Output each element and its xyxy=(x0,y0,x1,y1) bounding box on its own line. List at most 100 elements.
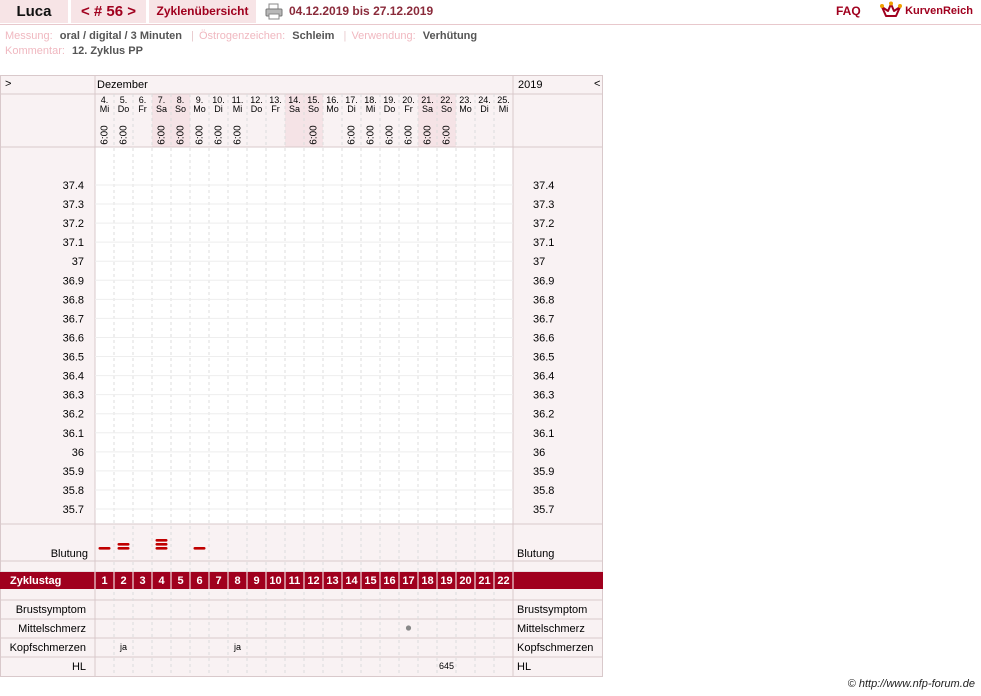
estrogen-label: Östrogenzeichen: xyxy=(198,30,286,42)
temperature-label-left: 36 xyxy=(72,447,84,459)
weekday-label: Sa xyxy=(289,104,300,114)
measure-time: 6:00 xyxy=(404,125,415,145)
nav-left: > xyxy=(5,78,11,90)
weekday-label: Fr xyxy=(404,104,413,114)
cycle-chart: > Dezember 2019 <4.Mi6:005.Do6:006.Fr7.Sa6:… xyxy=(0,75,603,677)
cycle-day-number: 12 xyxy=(307,575,319,587)
cycle-day-number: 13 xyxy=(326,575,338,587)
faq-link[interactable]: FAQ xyxy=(836,0,861,23)
weekday-label: So xyxy=(308,104,319,114)
temperature-label-left: 36.4 xyxy=(63,371,84,383)
cycle-day-number: 16 xyxy=(383,575,395,587)
cycle-day-number: 22 xyxy=(497,575,509,587)
measure-time: 6:00 xyxy=(176,125,187,145)
symptom-value: 645 xyxy=(439,661,454,671)
temperature-label-right: 36.6 xyxy=(533,332,554,344)
weekday-label: Sa xyxy=(156,104,167,114)
temperature-label-left: 37.3 xyxy=(63,199,84,211)
usage-label: Verwendung: xyxy=(351,30,416,42)
cycle-day-number: 17 xyxy=(402,575,414,587)
cycle-overview-link[interactable]: Zyklenübersicht xyxy=(149,0,256,23)
temperature-label-right: 35.7 xyxy=(533,504,554,516)
cycle-navigator[interactable]: < # 56 > xyxy=(71,0,146,23)
cycle-day-number: 3 xyxy=(139,575,145,587)
bleeding-mark xyxy=(155,543,168,546)
bleeding-mark xyxy=(98,547,111,550)
weekday-label: Mi xyxy=(100,104,110,114)
weekday-label: Mo xyxy=(459,104,472,114)
temperature-label-right: 36.2 xyxy=(533,409,554,421)
symptom-label-left: Mittelschmerz xyxy=(18,623,86,635)
temperature-label-right: 36.7 xyxy=(533,313,554,325)
cycle-day-number: 10 xyxy=(269,575,281,587)
temperature-label-left: 36.2 xyxy=(63,409,84,421)
comment-info: Kommentar: 12. Zyklus PP xyxy=(5,45,147,57)
symptom-dot xyxy=(405,625,412,631)
bleeding-mark xyxy=(155,539,168,542)
measure-time: 6:00 xyxy=(366,125,377,145)
temperature-label-right: 36 xyxy=(533,447,545,459)
comment-label: Kommentar: xyxy=(5,45,65,57)
brand-name: KurvenReich xyxy=(905,5,973,17)
measure-time: 6:00 xyxy=(195,125,206,145)
weekday-label: So xyxy=(441,104,452,114)
weekday-label: Di xyxy=(347,104,356,114)
measure-time: 6:00 xyxy=(214,125,225,145)
cycle-day-number: 5 xyxy=(177,575,183,587)
footer-credit: © http://www.nfp-forum.de xyxy=(847,678,975,690)
weekday-label: Di xyxy=(480,104,489,114)
weekday-label: Mi xyxy=(366,104,376,114)
bleeding-mark xyxy=(193,547,206,550)
temperature-label-left: 37.4 xyxy=(63,180,84,192)
estrogen-value: Schleim xyxy=(292,30,335,42)
cycle-day-number: 4 xyxy=(158,575,165,587)
symptom-label-right: Mittelschmerz xyxy=(517,623,585,635)
printer-icon[interactable] xyxy=(264,0,284,23)
brand-logo[interactable]: KurvenReich xyxy=(880,0,980,23)
bleeding-label-right: Blutung xyxy=(517,548,554,560)
temperature-label-left: 36.6 xyxy=(63,332,84,344)
cycle-day-number: 20 xyxy=(459,575,471,587)
measure-time: 6:00 xyxy=(385,125,396,145)
measurement-info: Messung: oral / digital / 3 Minuten | Ös… xyxy=(5,30,478,42)
measure-time: 6:00 xyxy=(233,125,244,145)
cycle-day-number: 7 xyxy=(215,575,221,587)
measurement-label: Messung: xyxy=(5,30,53,42)
year-label: 2019 xyxy=(518,79,542,91)
temperature-label-left: 36.7 xyxy=(63,313,84,325)
temperature-label-right: 36.4 xyxy=(533,371,554,383)
cycle-day-number: 18 xyxy=(421,575,433,587)
temperature-label-left: 36.8 xyxy=(63,294,84,306)
weekday-label: Mi xyxy=(499,104,509,114)
cycle-day-number: 11 xyxy=(289,575,301,587)
cycle-day-number: 6 xyxy=(196,575,202,587)
temperature-label-left: 35.9 xyxy=(63,466,84,478)
measure-time: 6:00 xyxy=(347,125,358,145)
temperature-label-right: 36.9 xyxy=(533,275,554,287)
temperature-label-left: 37.1 xyxy=(63,237,84,249)
symptom-label-right: Kopfschmerzen xyxy=(517,642,593,654)
measurement-value: oral / digital / 3 Minuten xyxy=(59,30,182,42)
measure-time: 6:00 xyxy=(119,125,130,145)
weekday-label: Di xyxy=(214,104,223,114)
measure-time: 6:00 xyxy=(157,125,168,145)
cycle-day-number: 19 xyxy=(440,575,452,587)
usage-value: Verhütung xyxy=(422,30,478,42)
temperature-label-left: 37 xyxy=(72,256,84,268)
cycle-day-number: 1 xyxy=(101,575,107,587)
weekday-label: Do xyxy=(118,104,130,114)
bleeding-mark xyxy=(155,547,168,550)
symptom-value: ja xyxy=(233,642,241,652)
weekday-label: Fr xyxy=(138,104,147,114)
temperature-label-left: 36.5 xyxy=(63,352,84,364)
symptom-label-left: Kopfschmerzen xyxy=(10,642,86,654)
temperature-label-right: 36.5 xyxy=(533,352,554,364)
measure-time: 6:00 xyxy=(423,125,434,145)
top-bar: Luca < # 56 > Zyklenübersicht 04.12.2019… xyxy=(0,0,981,25)
symptom-label-left: HL xyxy=(72,661,86,673)
temperature-label-right: 35.8 xyxy=(533,485,554,497)
temperature-label-right: 36.3 xyxy=(533,390,554,402)
measure-time: 6:00 xyxy=(442,125,453,145)
cycle-day-number: 2 xyxy=(120,575,126,587)
temperature-label-left: 35.8 xyxy=(63,485,84,497)
